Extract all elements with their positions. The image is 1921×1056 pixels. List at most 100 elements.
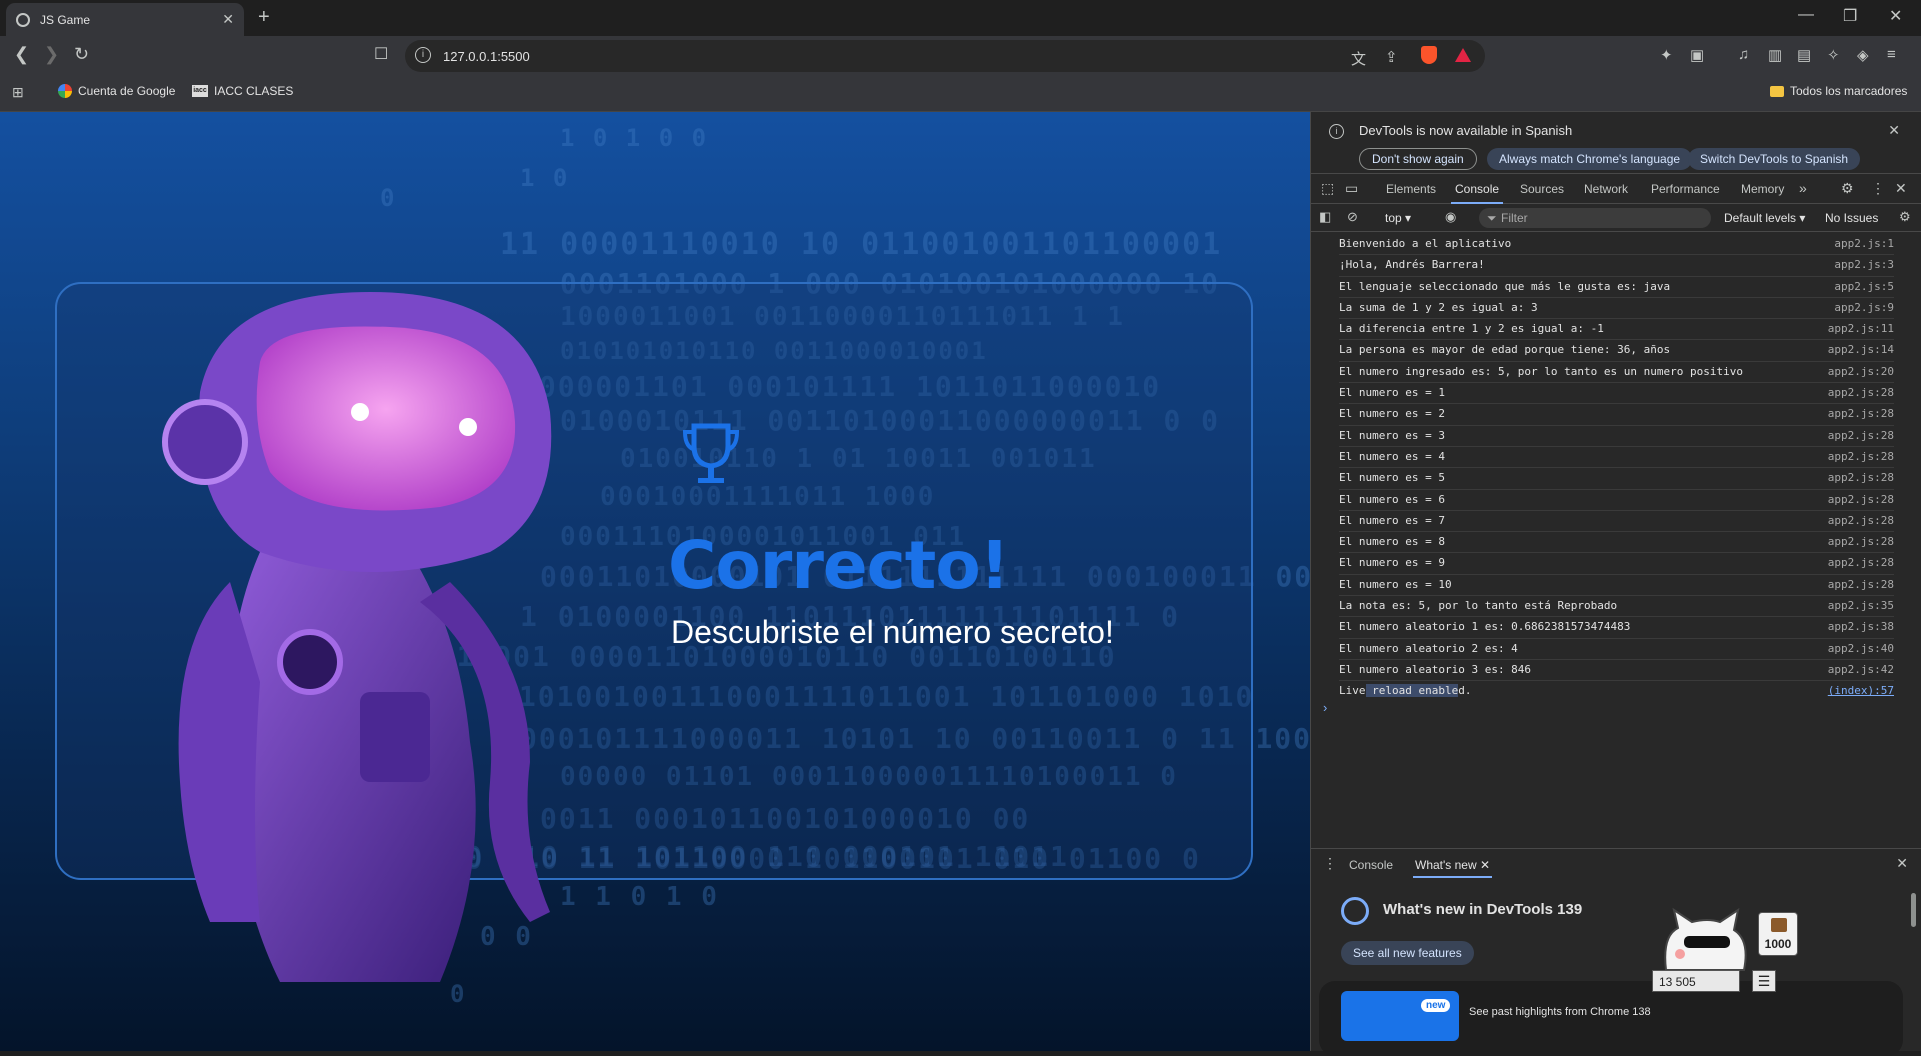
log-source-link[interactable]: app2.js:5 <box>1834 277 1894 297</box>
close-window-icon[interactable]: ✕ <box>1889 6 1902 26</box>
log-message: El numero es = 1 <box>1339 386 1445 400</box>
log-source-link[interactable]: app2.js:28 <box>1828 532 1894 552</box>
tab-console[interactable]: Console <box>1450 182 1504 204</box>
bookmark-icon[interactable]: ☐ <box>374 44 388 64</box>
log-source-link[interactable]: app2.js:38 <box>1828 617 1894 637</box>
bookmark-google-account[interactable]: Cuenta de Google <box>58 84 175 98</box>
browser-tab[interactable]: JS Game ✕ <box>6 3 244 36</box>
log-source-link[interactable]: app2.js:9 <box>1834 298 1894 318</box>
console-log-row: El numero es = 9 app2.js:28 <box>1339 553 1894 575</box>
leo-ai-icon[interactable]: ✧ <box>1827 46 1840 64</box>
sidebar-icon[interactable]: ▥ <box>1768 46 1782 64</box>
tab-memory[interactable]: Memory <box>1741 182 1784 196</box>
console-prompt-icon[interactable]: › <box>1323 700 1327 715</box>
log-source-link[interactable]: app2.js:28 <box>1828 553 1894 573</box>
tab-network[interactable]: Network <box>1584 182 1628 196</box>
tab-elements[interactable]: Elements <box>1386 182 1436 196</box>
drawer-tab-console[interactable]: Console <box>1349 858 1393 872</box>
see-all-features-button[interactable]: See all new features <box>1341 941 1474 965</box>
brave-shields-icon[interactable] <box>1421 46 1437 64</box>
brave-rewards-icon[interactable] <box>1455 48 1471 62</box>
console-log-list: Bienvenido a el aplicativo app2.js:1 ¡Hola… <box>1311 234 1921 703</box>
filter-input[interactable]: ⏷ Filter <box>1479 208 1711 228</box>
log-source-link[interactable]: app2.js:3 <box>1834 255 1894 275</box>
folder-icon <box>1770 85 1784 97</box>
log-source-link[interactable]: app2.js:28 <box>1828 404 1894 424</box>
log-message: El lenguaje seleccionado que más le gust… <box>1339 279 1671 293</box>
log-levels-dropdown[interactable]: Default levels ▾ <box>1724 211 1805 225</box>
device-toolbar-icon[interactable]: ▭ <box>1345 180 1358 197</box>
reload-icon[interactable]: ↻ <box>74 44 89 65</box>
console-settings-icon[interactable]: ⚙ <box>1899 209 1911 225</box>
log-source-link[interactable]: app2.js:14 <box>1828 340 1894 360</box>
more-tabs-icon[interactable]: » <box>1799 180 1807 196</box>
eye-icon[interactable]: ◉ <box>1445 209 1456 225</box>
cat-pet-icon[interactable] <box>1658 906 1748 976</box>
log-source-link[interactable]: app2.js:28 <box>1828 426 1894 446</box>
console-log-row: El numero es = 10 app2.js:28 <box>1339 575 1894 597</box>
bookmark-iacc[interactable]: iacc IACC CLASES <box>192 84 293 98</box>
minimize-icon[interactable]: — <box>1798 6 1814 24</box>
vpn-icon[interactable]: ◈ <box>1857 46 1869 64</box>
console-log-row: El numero es = 5 app2.js:28 <box>1339 468 1894 490</box>
log-source-link[interactable]: app2.js:42 <box>1828 660 1894 680</box>
console-log-row: El numero aleatorio 1 es: 0.686238157347… <box>1339 617 1894 639</box>
console-log-row: El numero es = 1 app2.js:28 <box>1339 383 1894 405</box>
media-icon[interactable]: ♫ <box>1738 46 1749 63</box>
restore-icon[interactable]: ❐ <box>1843 6 1857 26</box>
log-source-link[interactable]: app2.js:28 <box>1828 490 1894 510</box>
log-source-link[interactable]: app2.js:28 <box>1828 383 1894 403</box>
log-message: El numero aleatorio 2 es: 4 <box>1339 641 1518 655</box>
settings-gear-icon[interactable]: ⚙ <box>1841 180 1854 197</box>
pet-menu-icon[interactable]: ☰ <box>1752 970 1776 992</box>
result-headline: Correcto! <box>668 527 1010 604</box>
screenshot-icon[interactable]: ▣ <box>1690 46 1704 64</box>
inspect-icon[interactable]: ⬚ <box>1321 180 1334 197</box>
log-source-link[interactable]: app2.js:40 <box>1828 639 1894 659</box>
console-log-row: La diferencia entre 1 y 2 es igual a: -1… <box>1339 319 1894 341</box>
log-source-link[interactable]: app2.js:35 <box>1828 596 1894 616</box>
log-source-link[interactable]: app2.js:1 <box>1834 234 1894 254</box>
drawer-tab-whats-new[interactable]: What's new ✕ <box>1412 858 1493 878</box>
sidebar-toggle-icon[interactable]: ◧ <box>1319 209 1331 225</box>
new-tab-button[interactable]: + <box>258 6 270 29</box>
match-language-button[interactable]: Always match Chrome's language <box>1487 148 1693 170</box>
log-source-link[interactable]: app2.js:11 <box>1828 319 1894 339</box>
clear-console-icon[interactable]: ⊘ <box>1347 209 1358 225</box>
site-info-icon[interactable]: i <box>415 47 431 63</box>
console-log-row: El numero es = 7 app2.js:28 <box>1339 511 1894 533</box>
drawer-menu-icon[interactable]: ⋮ <box>1323 855 1337 872</box>
close-devtools-icon[interactable]: ✕ <box>1895 180 1907 197</box>
log-source-link[interactable]: app2.js:28 <box>1828 575 1894 595</box>
switch-language-button[interactable]: Switch DevTools to Spanish <box>1688 148 1861 170</box>
past-highlights-link[interactable]: See past highlights from Chrome 138 <box>1469 1006 1651 1018</box>
tab-title: JS Game <box>40 12 91 27</box>
menu-icon[interactable]: ≡ <box>1887 46 1896 63</box>
wallet-icon[interactable]: ▤ <box>1797 46 1811 64</box>
log-source-link[interactable]: app2.js:20 <box>1828 362 1894 382</box>
all-bookmarks[interactable]: Todos los marcadores <box>1770 84 1907 98</box>
close-tab-icon[interactable]: ✕ <box>222 11 234 28</box>
log-source-link[interactable]: app2.js:28 <box>1828 468 1894 488</box>
drawer-scrollbar[interactable] <box>1911 893 1916 927</box>
log-source-link[interactable]: app2.js:28 <box>1828 511 1894 531</box>
issues-counter[interactable]: No Issues <box>1825 211 1878 225</box>
back-icon[interactable]: ❮ <box>14 44 29 65</box>
log-source-link[interactable]: app2.js:28 <box>1828 447 1894 467</box>
tab-performance[interactable]: Performance <box>1651 182 1720 196</box>
close-drawer-icon[interactable]: ✕ <box>1896 855 1908 872</box>
game-viewport: 1 0 1 0 01 0 0 11 00001110010 10 011001001… <box>0 112 1310 1051</box>
forward-icon[interactable]: ❯ <box>44 44 59 65</box>
dont-show-again-button[interactable]: Don't show again <box>1359 148 1477 170</box>
tab-sources[interactable]: Sources <box>1520 182 1564 196</box>
log-source-link[interactable]: (index):57 <box>1828 681 1894 701</box>
more-options-icon[interactable]: ⋮ <box>1871 180 1885 197</box>
context-selector[interactable]: top ▾ <box>1385 211 1411 225</box>
translate-icon[interactable]: 文 <box>1351 48 1366 69</box>
search-highlight: reload enable <box>1365 684 1459 698</box>
extensions-icon[interactable]: ✦ <box>1660 46 1673 64</box>
close-infobar-icon[interactable]: ✕ <box>1888 122 1900 139</box>
share-icon[interactable]: ⇪ <box>1385 48 1398 66</box>
apps-grid-icon[interactable]: ⊞ <box>12 84 24 101</box>
address-bar[interactable]: i 127.0.0.1:5500 文 ⇪ <box>405 40 1485 72</box>
